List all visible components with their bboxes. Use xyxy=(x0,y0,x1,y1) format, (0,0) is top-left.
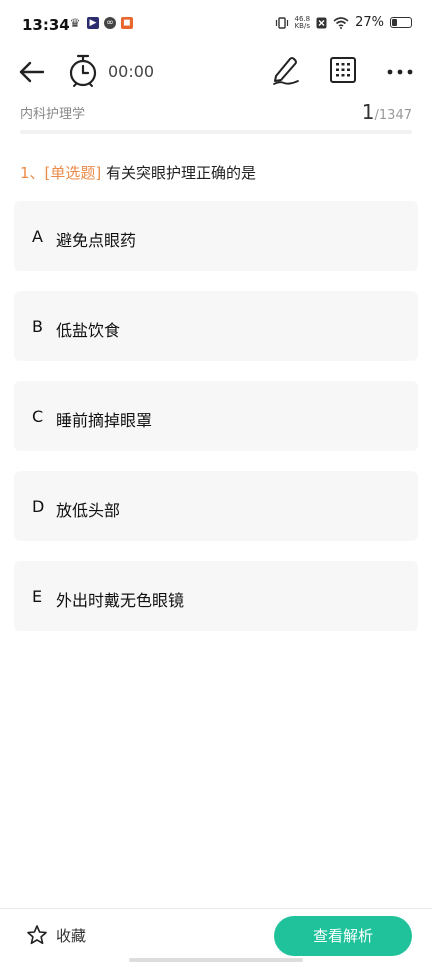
sync-app-icon: ∞ xyxy=(104,17,116,29)
sim-off-icon xyxy=(316,17,327,28)
question-number: 1、 xyxy=(20,164,45,182)
question-stem: 1、[单选题] 有关突眼护理正确的是 xyxy=(20,162,256,183)
question-type: [单选题] xyxy=(44,164,102,182)
divider xyxy=(20,130,412,134)
option-letter: B xyxy=(32,317,43,336)
network-speed: 46.8 KB/s xyxy=(294,14,311,30)
shopping-app-icon: ◼ xyxy=(121,17,133,29)
top-toolbar: 00:00 xyxy=(0,50,432,94)
home-indicator xyxy=(129,958,303,962)
option-text: 放低头部 xyxy=(56,501,121,520)
option-letter: C xyxy=(32,407,44,426)
option-text: 避免点眼药 xyxy=(56,231,137,250)
option-d[interactable]: D 放低头部 xyxy=(14,471,418,541)
option-letter: A xyxy=(32,227,43,246)
option-letter: D xyxy=(32,497,45,516)
wifi-icon xyxy=(333,16,349,29)
question-progress: 1/1347 xyxy=(362,100,412,124)
status-notification-icons: ♛ ▶ ∞ ◼ xyxy=(68,16,133,30)
question-text: 有关突眼护理正确的是 xyxy=(101,164,257,182)
crown-icon: ♛ xyxy=(69,16,81,30)
more-icon[interactable] xyxy=(384,56,416,88)
battery-fill xyxy=(392,19,398,26)
option-text: 外出时戴无色眼镜 xyxy=(56,591,185,610)
option-e[interactable]: E 外出时戴无色眼镜 xyxy=(14,561,418,631)
video-app-icon: ▶ xyxy=(87,17,99,29)
bottom-divider xyxy=(0,908,432,909)
battery-percent: 27% xyxy=(355,15,384,30)
option-a[interactable]: A 避免点眼药 xyxy=(14,201,418,271)
status-bar: 13:34 ♛ ▶ ∞ ◼ 46.8 KB/s 27% xyxy=(0,0,432,50)
battery-icon xyxy=(390,17,412,28)
pen-draft-icon[interactable] xyxy=(270,54,302,86)
option-text: 低盐饮食 xyxy=(56,321,121,340)
option-c[interactable]: C 睡前摘掉眼罩 xyxy=(14,381,418,451)
view-analysis-button[interactable]: 查看解析 xyxy=(274,916,412,956)
answer-sheet-icon[interactable] xyxy=(328,55,358,85)
progress-current: 1 xyxy=(361,100,375,124)
option-letter: E xyxy=(32,587,43,606)
subject-name: 内科护理学 xyxy=(20,107,86,122)
vibrate-icon xyxy=(275,16,288,29)
favorite-button[interactable]: 收藏 xyxy=(26,924,86,946)
timer-value: 00:00 xyxy=(108,62,155,81)
progress-total: /1347 xyxy=(374,108,412,123)
option-text: 睡前摘掉眼罩 xyxy=(56,411,153,430)
favorite-label: 收藏 xyxy=(56,926,87,945)
status-time: 13:34 xyxy=(22,16,70,34)
option-b[interactable]: B 低盐饮食 xyxy=(14,291,418,361)
back-arrow-icon[interactable] xyxy=(16,56,48,88)
status-right: 46.8 KB/s 27% xyxy=(275,14,412,30)
stopwatch-icon[interactable] xyxy=(66,53,100,89)
star-icon xyxy=(27,925,47,945)
